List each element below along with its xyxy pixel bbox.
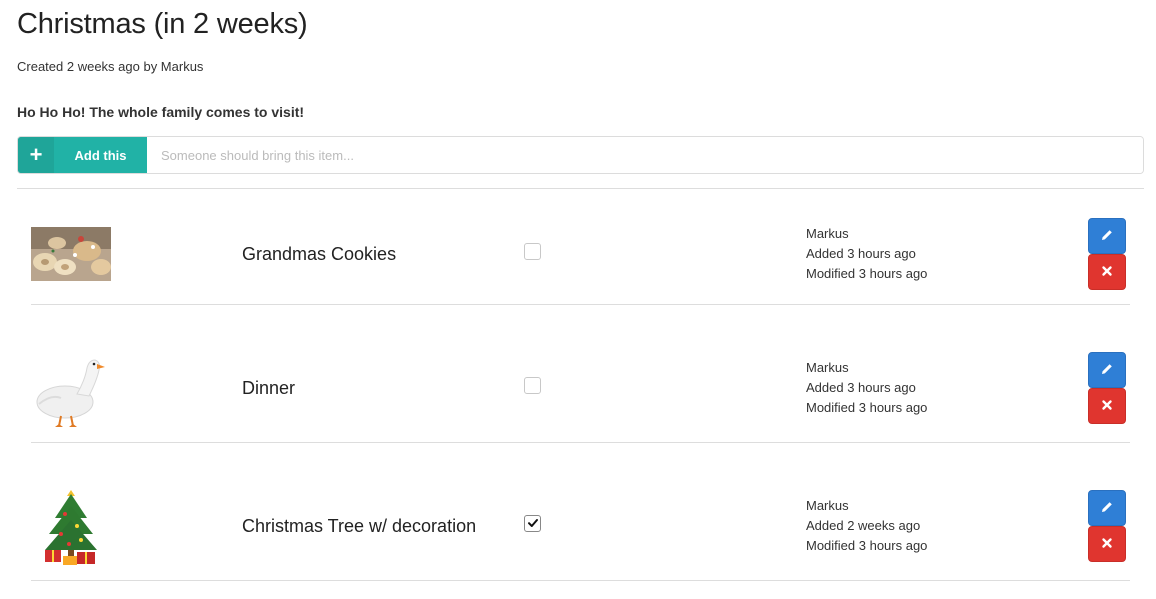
list-item: Christmas Tree w/ decoration Markus Adde… xyxy=(31,478,1130,581)
edit-button[interactable] xyxy=(1088,490,1126,526)
delete-button[interactable] xyxy=(1088,388,1126,424)
pencil-icon xyxy=(1100,362,1114,378)
item-checkbox[interactable] xyxy=(524,515,541,532)
event-description: Ho Ho Ho! The whole family comes to visi… xyxy=(17,104,305,120)
plus-icon: + xyxy=(18,137,54,173)
add-item-bar: + Add this xyxy=(17,136,1144,174)
item-modified: Modified 3 hours ago xyxy=(806,266,928,281)
close-icon xyxy=(1101,537,1113,551)
item-info: Markus Added 2 weeks ago Modified 3 hour… xyxy=(806,496,927,556)
item-info: Markus Added 3 hours ago Modified 3 hour… xyxy=(806,224,927,284)
edit-button[interactable] xyxy=(1088,352,1126,388)
item-author: Markus xyxy=(806,360,849,375)
item-modified: Modified 3 hours ago xyxy=(806,538,928,553)
cookies-image xyxy=(31,227,111,281)
christmas-tree-image xyxy=(31,486,111,568)
close-icon xyxy=(1101,265,1113,279)
item-author: Markus xyxy=(806,226,849,241)
checkmark-icon xyxy=(527,517,539,531)
divider xyxy=(17,188,1144,189)
item-author: Markus xyxy=(806,498,849,513)
delete-button[interactable] xyxy=(1088,254,1126,290)
event-meta: Created 2 weeks ago by Markus xyxy=(17,59,204,74)
close-icon xyxy=(1101,399,1113,413)
add-this-label: Add this xyxy=(74,147,127,163)
item-checkbox[interactable] xyxy=(524,243,541,260)
item-input[interactable] xyxy=(147,137,1143,173)
delete-button[interactable] xyxy=(1088,526,1126,562)
item-name: Grandmas Cookies xyxy=(242,244,397,264)
list-item: Grandmas Cookies Markus Added 3 hours ag… xyxy=(31,206,1130,305)
item-checkbox[interactable] xyxy=(524,377,541,394)
item-added: Added 3 hours ago xyxy=(806,246,916,261)
page-title: Christmas (in 2 weeks) xyxy=(17,8,308,40)
edit-button[interactable] xyxy=(1088,218,1126,254)
item-info: Markus Added 3 hours ago Modified 3 hour… xyxy=(806,358,927,418)
item-name: Dinner xyxy=(242,378,296,398)
pencil-icon xyxy=(1100,228,1114,244)
list-item: Dinner Markus Added 3 hours ago Modified… xyxy=(31,340,1130,443)
goose-image xyxy=(31,350,111,430)
pencil-icon xyxy=(1100,500,1114,516)
item-added: Added 3 hours ago xyxy=(806,380,916,395)
item-modified: Modified 3 hours ago xyxy=(806,400,928,415)
add-this-button[interactable]: + Add this xyxy=(18,137,147,173)
item-added: Added 2 weeks ago xyxy=(806,518,921,533)
item-name: Christmas Tree w/ decoration xyxy=(242,516,477,536)
